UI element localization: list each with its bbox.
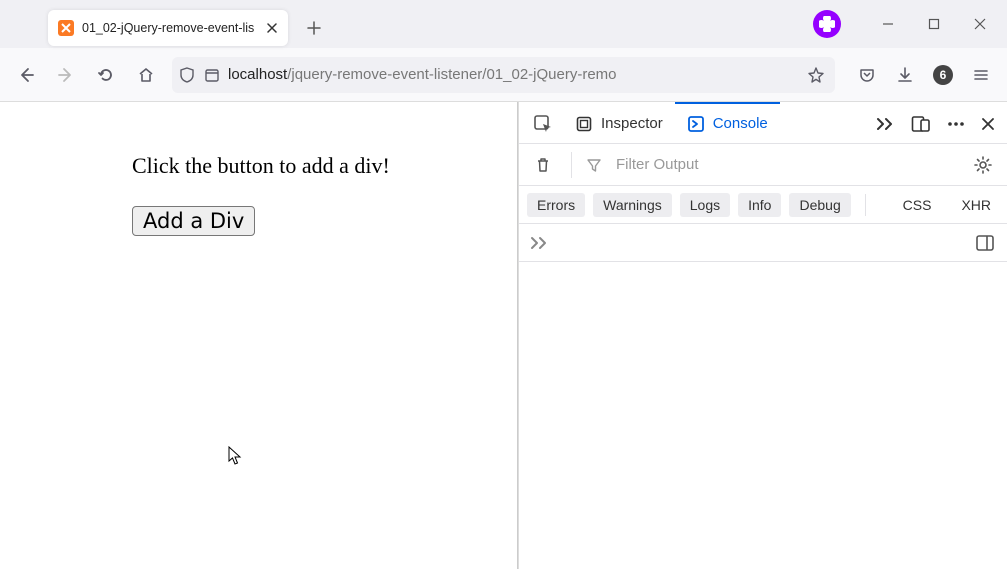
console-label: Console	[713, 115, 768, 132]
window-minimize-button[interactable]	[865, 4, 911, 44]
console-filter-bar	[519, 144, 1007, 186]
page-viewport: Click the button to add a div! Add a Div	[0, 102, 518, 569]
add-div-button[interactable]: Add a Div	[132, 206, 255, 236]
category-debug[interactable]: Debug	[789, 193, 850, 217]
content-area: Click the button to add a div! Add a Div…	[0, 102, 1007, 569]
url-bar[interactable]: localhost/jquery-remove-event-listener/0…	[172, 57, 835, 93]
devtools-tab-inspector[interactable]: Inspector	[563, 102, 675, 143]
forward-button	[48, 57, 84, 93]
downloads-button[interactable]	[887, 57, 923, 93]
extension-badge[interactable]	[813, 10, 841, 38]
separator	[571, 152, 572, 178]
url-text: localhost/jquery-remove-event-listener/0…	[228, 66, 795, 83]
reload-button[interactable]	[88, 57, 124, 93]
mouse-cursor-icon	[228, 446, 244, 466]
devtools-menu-button[interactable]	[939, 119, 973, 127]
browser-tabstrip: 01_02-jQuery-remove-event-lis	[0, 0, 1007, 48]
home-button[interactable]	[128, 57, 164, 93]
category-xhr[interactable]: XHR	[953, 193, 999, 217]
pick-element-button[interactable]	[523, 102, 563, 143]
console-prompt-icon	[529, 236, 549, 250]
shield-icon[interactable]	[178, 66, 196, 84]
sidebar-toggle-button[interactable]	[973, 231, 997, 255]
devtools-tab-console[interactable]: Console	[675, 102, 780, 143]
account-button[interactable]: 6	[925, 57, 961, 93]
url-host: localhost	[228, 66, 287, 83]
console-output-area	[519, 262, 1007, 569]
devtools-panel: Inspector Console	[518, 102, 1007, 569]
responsive-design-button[interactable]	[903, 113, 939, 133]
console-icon	[687, 115, 705, 133]
separator	[865, 194, 866, 216]
console-category-bar: Errors Warnings Logs Info Debug CSS XHR	[519, 186, 1007, 224]
browser-navbar: localhost/jquery-remove-event-listener/0…	[0, 48, 1007, 102]
console-filter-input[interactable]	[616, 156, 955, 173]
url-path: /jquery-remove-event-listener/01_02-jQue…	[287, 66, 616, 83]
app-menu-button[interactable]	[963, 57, 999, 93]
devtools-tabbar: Inspector Console	[519, 102, 1007, 144]
bookmark-star-icon[interactable]	[803, 62, 829, 88]
category-info[interactable]: Info	[738, 193, 781, 217]
xampp-favicon	[58, 20, 74, 36]
toolbar-right: 6	[849, 57, 999, 93]
filter-icon	[586, 157, 602, 173]
window-controls	[813, 0, 1003, 48]
tab-title: 01_02-jQuery-remove-event-lis	[82, 21, 256, 35]
instruction-text: Click the button to add a div!	[132, 152, 392, 180]
devtools-tabbar-right	[867, 102, 1003, 143]
console-settings-button[interactable]	[969, 151, 997, 179]
site-info-icon[interactable]	[204, 67, 220, 83]
window-close-button[interactable]	[957, 4, 1003, 44]
tab-close-button[interactable]	[264, 20, 280, 36]
category-css[interactable]: CSS	[895, 193, 940, 217]
console-input-row[interactable]	[519, 224, 1007, 262]
inspector-icon	[575, 115, 593, 133]
devtools-close-button[interactable]	[973, 115, 1003, 131]
clear-console-button[interactable]	[529, 151, 557, 179]
pocket-button[interactable]	[849, 57, 885, 93]
window-maximize-button[interactable]	[911, 4, 957, 44]
back-button[interactable]	[8, 57, 44, 93]
browser-tab[interactable]: 01_02-jQuery-remove-event-lis	[48, 10, 288, 46]
account-badge: 6	[933, 65, 953, 85]
category-logs[interactable]: Logs	[680, 193, 730, 217]
inspector-label: Inspector	[601, 115, 663, 132]
devtools-overflow-button[interactable]	[867, 114, 903, 132]
category-warnings[interactable]: Warnings	[593, 193, 672, 217]
new-tab-button[interactable]	[300, 14, 328, 42]
category-errors[interactable]: Errors	[527, 193, 585, 217]
